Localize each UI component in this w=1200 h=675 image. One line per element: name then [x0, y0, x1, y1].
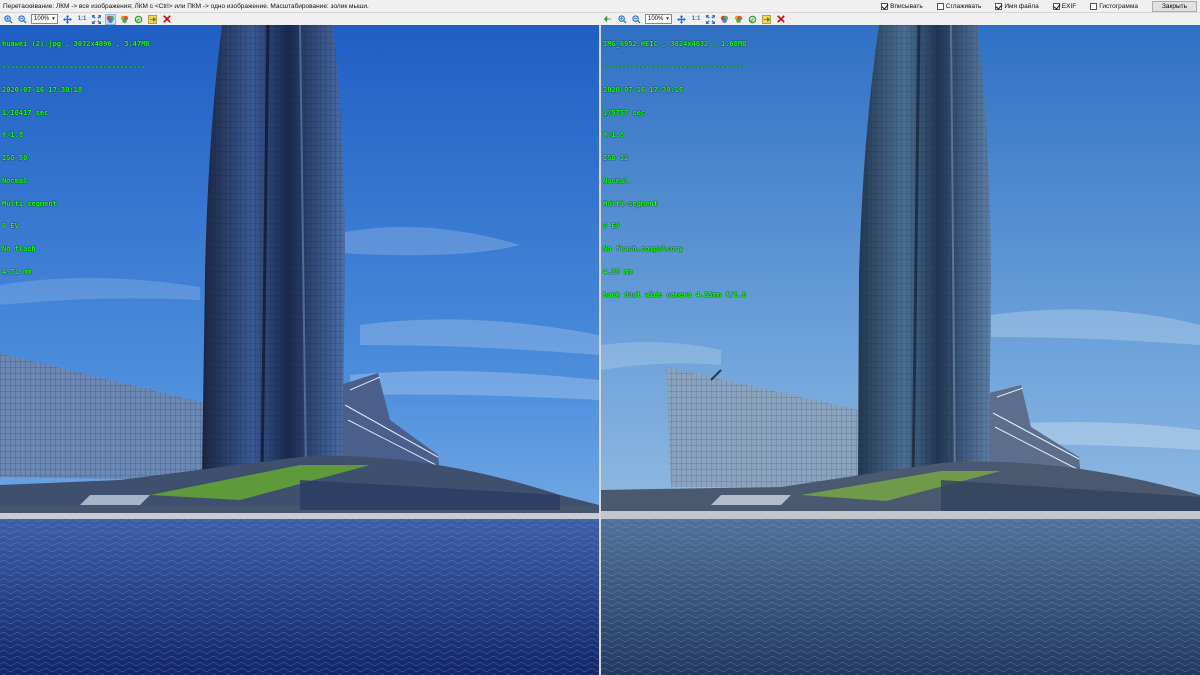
zoom-in-icon[interactable]	[617, 14, 628, 25]
left-ev: 0 EV	[2, 222, 19, 231]
left-toolbar: 100% ▼ 1:1	[0, 13, 600, 25]
right-mode: Normal	[603, 176, 629, 185]
exif-label: EXIF	[1061, 2, 1077, 10]
right-filename: IMG_6052.HEIC , 3024x4032 , 1.68MB	[603, 40, 747, 49]
fit-screen-icon[interactable]	[91, 14, 102, 25]
close-button[interactable]: Закрыть	[1151, 0, 1197, 12]
right-separator: ----------------------------------	[603, 62, 747, 71]
actual-size-button[interactable]: 1:1	[690, 14, 702, 25]
left-image-pane[interactable]: huawei (2).jpg , 3072x4096 , 3.47MB ----…	[0, 25, 599, 675]
usage-hint: Перетаскивание: ЛКМ -> все изображения; …	[3, 2, 369, 10]
zoom-out-icon[interactable]	[631, 14, 642, 25]
chevron-down-icon: ▼	[51, 16, 56, 22]
zoom-out-icon[interactable]	[17, 14, 28, 25]
option-histogram[interactable]: Гистограмма	[1090, 2, 1138, 10]
option-smooth[interactable]: Сглаживать	[936, 2, 982, 10]
prev-green-arrow-icon[interactable]	[602, 14, 613, 25]
left-focal: 4.71 mm	[2, 268, 32, 276]
right-ev: 0 EV	[603, 222, 620, 231]
zoom-select[interactable]: 100% ▼	[31, 14, 58, 24]
histogram-label: Гистограмма	[1099, 2, 1138, 10]
option-exif[interactable]: EXIF	[1052, 2, 1077, 10]
display-options: Вписывать Сглаживать Имя файла EXIF Гист…	[881, 0, 1200, 13]
zoom-value: 100%	[34, 16, 50, 22]
right-iso: ISO 32	[603, 154, 629, 163]
right-aperture: f/1.8	[603, 131, 625, 140]
refresh-icon[interactable]	[747, 14, 758, 25]
pan-icon[interactable]	[676, 14, 687, 25]
right-image-pane[interactable]: IMG_6052.HEIC , 3024x4032 , 1.68MB -----…	[601, 25, 1200, 675]
filename-label: Имя файла	[1004, 2, 1039, 10]
left-aperture: f/1.8	[2, 131, 24, 140]
fit-checkbox[interactable]	[881, 2, 889, 10]
left-datetime: 2020-07-16 17:30:18	[2, 85, 83, 94]
zoom-select[interactable]: 100% ▼	[645, 14, 672, 24]
right-exposure: 1/5757 sec	[603, 108, 646, 117]
left-separator: ----------------------------------	[2, 62, 146, 71]
left-metering: Multi-segment	[2, 199, 57, 208]
right-flash: No flash,compulsory	[603, 245, 684, 254]
left-filename: huawei (2).jpg , 3072x4096 , 3.47MB	[2, 40, 150, 49]
exif-checkbox[interactable]	[1052, 2, 1060, 10]
color-wheel-icon[interactable]	[105, 13, 116, 25]
next-green-icon[interactable]	[761, 14, 772, 25]
smooth-label: Сглаживать	[945, 2, 982, 10]
image-compare-window: Перетаскивание: ЛКМ -> все изображения; …	[0, 0, 1200, 675]
pan-icon[interactable]	[62, 14, 73, 25]
color-wheel-icon[interactable]	[719, 14, 730, 25]
left-iso: ISO 50	[2, 154, 28, 163]
right-exif-overlay: IMG_6052.HEIC , 3024x4032 , 1.68MB -----…	[603, 26, 746, 315]
palette-icon[interactable]	[733, 14, 744, 25]
palette-icon[interactable]	[119, 14, 130, 25]
right-metering: Multi-segment	[603, 199, 658, 208]
fit-screen-icon[interactable]	[705, 14, 716, 25]
left-exposure: 1/10417 sec	[2, 108, 49, 117]
refresh-icon[interactable]	[133, 14, 144, 25]
right-focal: 4.25 mm	[603, 268, 633, 276]
zoom-value: 100%	[648, 16, 664, 22]
right-toolbar: 100% ▼ 1:1	[600, 13, 1200, 25]
option-filename[interactable]: Имя файла	[995, 2, 1039, 10]
filename-checkbox[interactable]	[995, 2, 1003, 10]
fit-label: Вписывать	[890, 2, 923, 10]
chevron-down-icon: ▼	[665, 16, 670, 22]
left-exif-overlay: huawei (2).jpg , 3072x4096 , 3.47MB ----…	[2, 26, 150, 292]
actual-size-button[interactable]: 1:1	[76, 14, 88, 25]
left-flash: No flash	[2, 245, 36, 254]
left-mode: Normal	[2, 176, 28, 185]
smooth-checkbox[interactable]	[936, 2, 944, 10]
right-lens: back dual wide camera 4.25mm f/1.8	[603, 290, 747, 299]
remove-red-x-icon[interactable]	[161, 14, 172, 25]
right-datetime: 2020-07-16 17:30:16	[603, 85, 684, 94]
top-bar: Перетаскивание: ЛКМ -> все изображения; …	[0, 0, 1200, 13]
remove-red-x-icon[interactable]	[775, 14, 786, 25]
zoom-in-icon[interactable]	[3, 14, 14, 25]
option-fit[interactable]: Вписывать	[881, 2, 923, 10]
histogram-checkbox[interactable]	[1090, 2, 1098, 10]
next-green-icon[interactable]	[147, 14, 158, 25]
